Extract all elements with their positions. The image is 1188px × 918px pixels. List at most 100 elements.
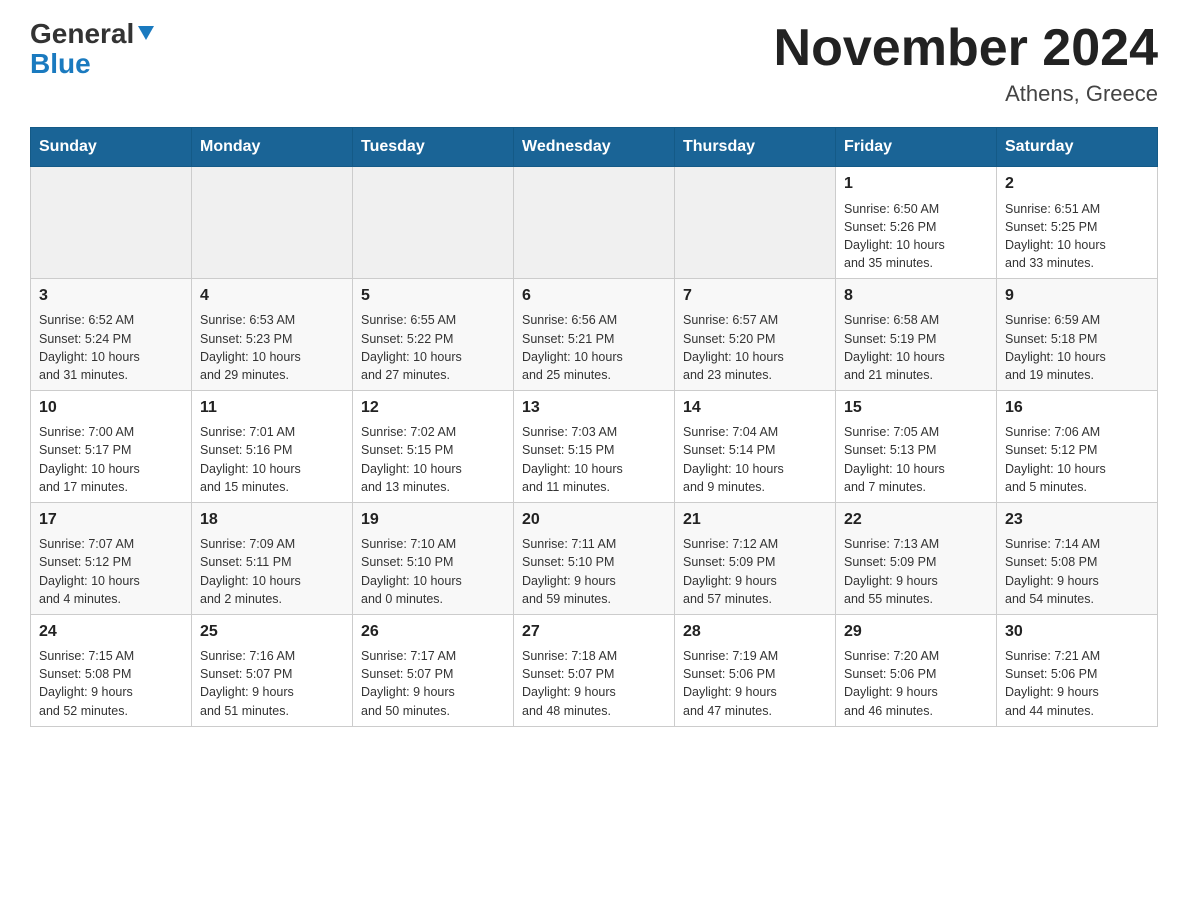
location-subtitle: Athens, Greece [774, 81, 1158, 107]
day-info: Sunrise: 6:55 AMSunset: 5:22 PMDaylight:… [361, 311, 505, 384]
calendar-day-cell: 6Sunrise: 6:56 AMSunset: 5:21 PMDaylight… [514, 279, 675, 391]
col-saturday: Saturday [997, 128, 1158, 167]
day-info: Sunrise: 7:19 AMSunset: 5:06 PMDaylight:… [683, 647, 827, 720]
logo-triangle-icon [136, 22, 156, 42]
calendar-day-cell: 11Sunrise: 7:01 AMSunset: 5:16 PMDayligh… [192, 390, 353, 502]
logo: General Blue [30, 20, 156, 80]
calendar-day-cell: 13Sunrise: 7:03 AMSunset: 5:15 PMDayligh… [514, 390, 675, 502]
month-year-title: November 2024 [774, 20, 1158, 77]
day-number: 9 [1005, 285, 1149, 307]
calendar-day-cell: 14Sunrise: 7:04 AMSunset: 5:14 PMDayligh… [675, 390, 836, 502]
calendar-day-cell: 27Sunrise: 7:18 AMSunset: 5:07 PMDayligh… [514, 614, 675, 726]
day-info: Sunrise: 7:00 AMSunset: 5:17 PMDaylight:… [39, 423, 183, 496]
col-friday: Friday [836, 128, 997, 167]
calendar-day-cell: 5 Sunrise: 6:55 AMSunset: 5:22 PMDaylight… [353, 279, 514, 391]
day-number: 23 [1005, 509, 1149, 531]
col-wednesday: Wednesday [514, 128, 675, 167]
day-number: 18 [200, 509, 344, 531]
day-number: 14 [683, 397, 827, 419]
day-info: Sunrise: 7:12 AMSunset: 5:09 PMDaylight:… [683, 535, 827, 608]
day-info: Sunrise: 6:52 AMSunset: 5:24 PMDaylight:… [39, 311, 183, 384]
day-info: Sunrise: 6:51 AMSunset: 5:25 PMDaylight:… [1005, 200, 1149, 273]
day-number: 3 [39, 285, 183, 307]
day-number: 24 [39, 621, 183, 643]
calendar-day-cell: 18 Sunrise: 7:09 AMSunset: 5:11 PMDayligh… [192, 502, 353, 614]
day-number: 29 [844, 621, 988, 643]
calendar-day-cell: 16 Sunrise: 7:06 AMSunset: 5:12 PMDayligh… [997, 390, 1158, 502]
calendar-day-cell: 2 Sunrise: 6:51 AMSunset: 5:25 PMDaylight… [997, 167, 1158, 279]
calendar-day-cell: 8 Sunrise: 6:58 AMSunset: 5:19 PMDaylight… [836, 279, 997, 391]
calendar-day-cell: 30Sunrise: 7:21 AMSunset: 5:06 PMDayligh… [997, 614, 1158, 726]
day-info: Sunrise: 7:10 AMSunset: 5:10 PMDaylight:… [361, 535, 505, 608]
day-info: Sunrise: 7:13 AMSunset: 5:09 PMDaylight:… [844, 535, 988, 608]
calendar-day-cell [514, 167, 675, 279]
title-block: November 2024 Athens, Greece [774, 20, 1158, 107]
day-info: Sunrise: 7:14 AMSunset: 5:08 PMDaylight:… [1005, 535, 1149, 608]
day-number: 17 [39, 509, 183, 531]
calendar-week-row: 17 Sunrise: 7:07 AMSunset: 5:12 PMDayligh… [31, 502, 1158, 614]
day-number: 21 [683, 509, 827, 531]
day-number: 30 [1005, 621, 1149, 643]
day-number: 26 [361, 621, 505, 643]
day-info: Sunrise: 7:15 AMSunset: 5:08 PMDaylight:… [39, 647, 183, 720]
day-number: 11 [200, 397, 344, 419]
day-number: 20 [522, 509, 666, 531]
calendar-day-cell [675, 167, 836, 279]
day-info: Sunrise: 7:17 AMSunset: 5:07 PMDaylight:… [361, 647, 505, 720]
col-monday: Monday [192, 128, 353, 167]
calendar-week-row: 1 Sunrise: 6:50 AMSunset: 5:26 PMDaylight… [31, 167, 1158, 279]
day-info: Sunrise: 7:02 AMSunset: 5:15 PMDaylight:… [361, 423, 505, 496]
calendar-day-cell: 7 Sunrise: 6:57 AMSunset: 5:20 PMDaylight… [675, 279, 836, 391]
calendar-day-cell: 20 Sunrise: 7:11 AMSunset: 5:10 PMDayligh… [514, 502, 675, 614]
day-number: 25 [200, 621, 344, 643]
day-info: Sunrise: 7:06 AMSunset: 5:12 PMDaylight:… [1005, 423, 1149, 496]
day-info: Sunrise: 7:07 AMSunset: 5:12 PMDaylight:… [39, 535, 183, 608]
col-thursday: Thursday [675, 128, 836, 167]
calendar-day-cell [31, 167, 192, 279]
day-info: Sunrise: 7:05 AMSunset: 5:13 PMDaylight:… [844, 423, 988, 496]
calendar-day-cell: 10 Sunrise: 7:00 AMSunset: 5:17 PMDayligh… [31, 390, 192, 502]
day-number: 6 [522, 285, 666, 307]
col-tuesday: Tuesday [353, 128, 514, 167]
day-number: 12 [361, 397, 505, 419]
calendar-day-cell: 28 Sunrise: 7:19 AMSunset: 5:06 PMDayligh… [675, 614, 836, 726]
day-info: Sunrise: 7:09 AMSunset: 5:11 PMDaylight:… [200, 535, 344, 608]
calendar-day-cell: 23 Sunrise: 7:14 AMSunset: 5:08 PMDayligh… [997, 502, 1158, 614]
calendar-day-cell: 17 Sunrise: 7:07 AMSunset: 5:12 PMDayligh… [31, 502, 192, 614]
day-number: 7 [683, 285, 827, 307]
calendar-day-cell: 12 Sunrise: 7:02 AMSunset: 5:15 PMDayligh… [353, 390, 514, 502]
day-info: Sunrise: 7:16 AMSunset: 5:07 PMDaylight:… [200, 647, 344, 720]
day-info: Sunrise: 7:20 AMSunset: 5:06 PMDaylight:… [844, 647, 988, 720]
day-info: Sunrise: 7:11 AMSunset: 5:10 PMDaylight:… [522, 535, 666, 608]
day-info: Sunrise: 6:59 AMSunset: 5:18 PMDaylight:… [1005, 311, 1149, 384]
day-number: 13 [522, 397, 666, 419]
page-header: General Blue November 2024 Athens, Greec… [30, 20, 1158, 107]
calendar-day-cell: 25 Sunrise: 7:16 AMSunset: 5:07 PMDayligh… [192, 614, 353, 726]
calendar-day-cell: 1 Sunrise: 6:50 AMSunset: 5:26 PMDaylight… [836, 167, 997, 279]
day-number: 22 [844, 509, 988, 531]
day-info: Sunrise: 7:18 AMSunset: 5:07 PMDaylight:… [522, 647, 666, 720]
day-info: Sunrise: 6:53 AMSunset: 5:23 PMDaylight:… [200, 311, 344, 384]
day-number: 28 [683, 621, 827, 643]
day-info: Sunrise: 6:57 AMSunset: 5:20 PMDaylight:… [683, 311, 827, 384]
calendar-day-cell: 22 Sunrise: 7:13 AMSunset: 5:09 PMDayligh… [836, 502, 997, 614]
day-number: 5 [361, 285, 505, 307]
calendar-day-cell: 26 Sunrise: 7:17 AMSunset: 5:07 PMDayligh… [353, 614, 514, 726]
day-info: Sunrise: 6:50 AMSunset: 5:26 PMDaylight:… [844, 200, 988, 273]
day-number: 8 [844, 285, 988, 307]
calendar-day-cell: 29 Sunrise: 7:20 AMSunset: 5:06 PMDayligh… [836, 614, 997, 726]
calendar-week-row: 3 Sunrise: 6:52 AMSunset: 5:24 PMDaylight… [31, 279, 1158, 391]
logo-general: General [30, 20, 134, 48]
day-number: 16 [1005, 397, 1149, 419]
calendar-header-row: Sunday Monday Tuesday Wednesday Thursday… [31, 128, 1158, 167]
day-info: Sunrise: 6:58 AMSunset: 5:19 PMDaylight:… [844, 311, 988, 384]
calendar-day-cell [353, 167, 514, 279]
day-number: 10 [39, 397, 183, 419]
calendar-day-cell: 24 Sunrise: 7:15 AMSunset: 5:08 PMDayligh… [31, 614, 192, 726]
day-number: 1 [844, 173, 988, 195]
calendar-day-cell: 21 Sunrise: 7:12 AMSunset: 5:09 PMDayligh… [675, 502, 836, 614]
col-sunday: Sunday [31, 128, 192, 167]
calendar-day-cell: 4Sunrise: 6:53 AMSunset: 5:23 PMDaylight… [192, 279, 353, 391]
calendar-table: Sunday Monday Tuesday Wednesday Thursday… [30, 127, 1158, 726]
day-number: 2 [1005, 173, 1149, 195]
